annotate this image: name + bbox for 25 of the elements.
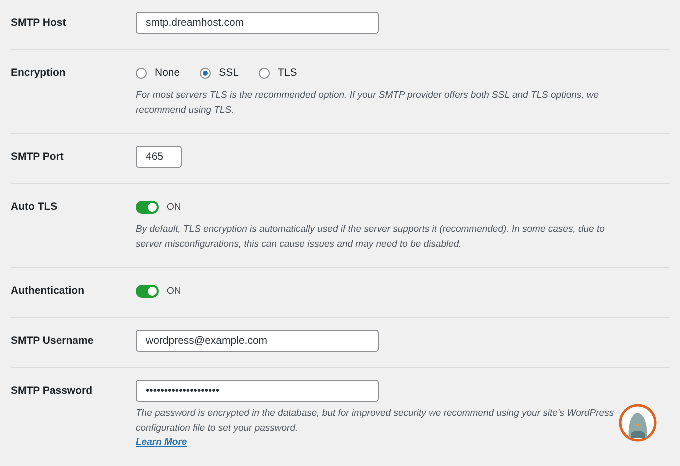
field-description: The password is encrypted in the database, but for improved security we recommend using your site's WordPress configuration file to set your password. (136, 407, 616, 436)
field-description: For most servers TLS is the recommended option. If your SMTP provider offers both SSL and TLS options, we recommend using TLS. (136, 89, 600, 118)
learn-more-link[interactable]: Learn More (136, 436, 188, 449)
radio-button[interactable] (136, 68, 147, 78)
radio-label[interactable]: TLS (278, 67, 298, 79)
toggle-switch[interactable] (136, 284, 159, 298)
radio-button[interactable] (258, 68, 270, 78)
input-field[interactable]: 465 (136, 146, 182, 168)
radio-button[interactable] (200, 68, 212, 78)
toggle-state: ON (167, 286, 182, 296)
field-description: By default, TLS encryption is automatically used if the server supports it (recommended). In some cases, due to server misconfigurations, this can cause issues and may need to be disabled. (136, 223, 606, 252)
field-label: SMTP Username (11, 334, 95, 349)
toggle-switch[interactable] (136, 200, 159, 214)
field-label: Auto TLS (11, 200, 59, 215)
radio-label[interactable]: SSL (219, 67, 239, 79)
field-label: SMTP Password (11, 384, 94, 399)
toggle-state: ON (167, 202, 182, 212)
radio-label[interactable]: None (155, 67, 180, 79)
field-label: Authentication (11, 284, 86, 299)
password-field[interactable]: •••••••••••••••••••• (136, 380, 379, 402)
input-field[interactable]: wordpress@example.com (136, 330, 379, 352)
field-label: SMTP Port (11, 150, 65, 165)
field-label: SMTP Host (11, 16, 68, 31)
input-field[interactable]: smtp.dreamhost.com (136, 12, 379, 34)
field-label: Encryption (11, 66, 67, 81)
